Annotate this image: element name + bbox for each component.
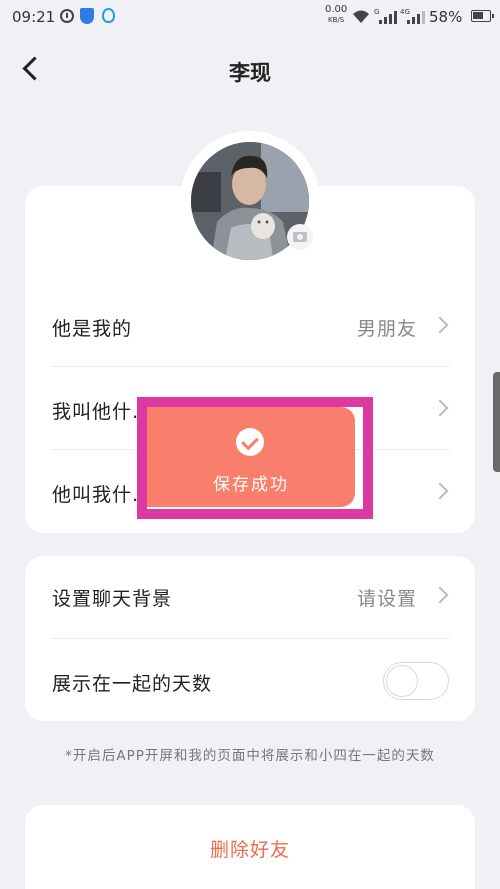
- signal-icon-sim2: [407, 11, 425, 24]
- delete-friend-button[interactable]: 删除好友: [25, 805, 475, 889]
- show-days-note: *开启后APP开屏和我的页面中将展示和小四在一起的天数: [65, 748, 435, 764]
- annotation-highlight-box: [137, 397, 373, 519]
- alarm-icon: [60, 9, 74, 23]
- show-days-toggle[interactable]: [383, 662, 449, 700]
- change-avatar-button[interactable]: [287, 224, 313, 250]
- chat-background-value: 请设置: [356, 588, 417, 610]
- relation-row[interactable]: 他是我的 男朋友: [25, 286, 475, 366]
- show-days-row: 展示在一起的天数: [25, 641, 475, 721]
- relation-label: 他是我的: [52, 318, 133, 340]
- network-speed-unit: KB/S: [328, 16, 345, 24]
- page-title: 李现: [229, 61, 271, 85]
- chat-background-row[interactable]: 设置聊天背景 请设置: [25, 556, 475, 636]
- status-time: 09:21: [12, 8, 56, 26]
- show-days-label: 展示在一起的天数: [52, 673, 213, 695]
- chevron-right-icon: [431, 482, 449, 500]
- chat-background-label: 设置聊天背景: [52, 588, 173, 610]
- battery-percent: 58%: [429, 8, 463, 26]
- qq-icon: [102, 8, 115, 23]
- wifi-icon: [353, 10, 369, 23]
- delete-friend-label: 删除好友: [209, 839, 290, 861]
- divider: [51, 638, 450, 639]
- network-speed: 0.00 KB/S: [325, 5, 347, 25]
- scrollbar[interactable]: [493, 372, 500, 472]
- camera-icon: [293, 232, 307, 242]
- shield-icon: [80, 8, 94, 24]
- relation-value: 男朋友: [356, 318, 417, 340]
- toggle-knob: [386, 665, 418, 697]
- chevron-right-icon: [431, 586, 449, 604]
- network-speed-value: 0.00: [325, 4, 348, 15]
- chevron-right-icon: [431, 399, 449, 417]
- divider: [51, 366, 450, 367]
- signal-icon-sim1: [379, 11, 397, 24]
- chevron-right-icon: [431, 316, 449, 334]
- status-bar: 09:21 0.00 KB/S G 4G 58%: [0, 0, 500, 34]
- battery-icon: [471, 10, 494, 22]
